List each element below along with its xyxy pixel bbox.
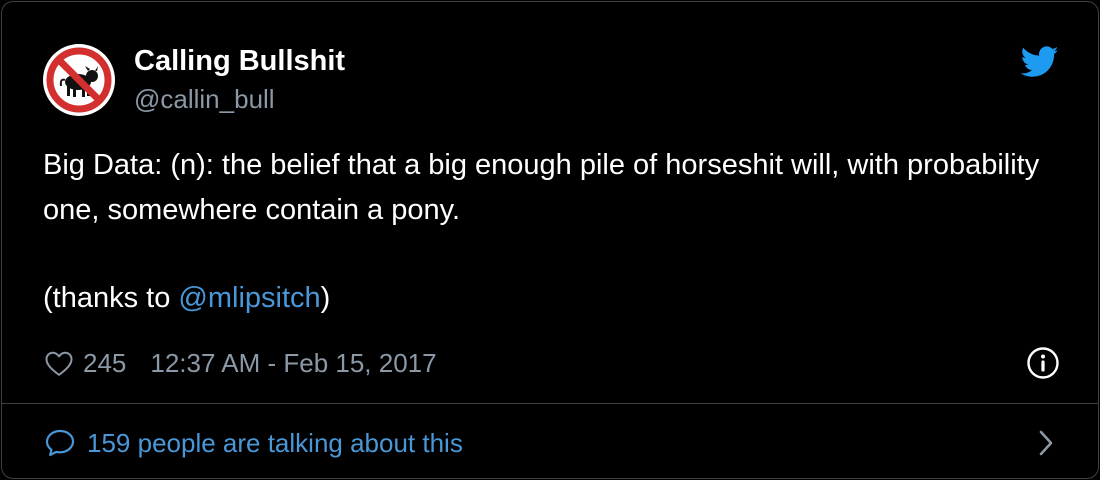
- tweet-body: Big Data: (n): the belief that a big eno…: [43, 149, 1040, 226]
- like-button[interactable]: 245: [44, 348, 126, 379]
- conversation-link[interactable]: 159 people are talking about this: [44, 425, 1056, 461]
- avatar[interactable]: [43, 44, 115, 116]
- display-name[interactable]: Calling Bullshit: [134, 45, 345, 78]
- like-count: 245: [83, 347, 127, 378]
- conversation-text: 159 people are talking about this: [87, 427, 463, 458]
- tweet-card: Calling Bullshit @callin_bull Big Data: …: [1, 1, 1099, 479]
- mention-link[interactable]: @mlipsitch: [178, 282, 320, 314]
- tweet-thanks: (thanks to @mlipsitch): [43, 276, 1043, 321]
- thanks-suffix: ): [320, 282, 331, 314]
- no-bull-icon: [46, 47, 112, 113]
- user-handle[interactable]: @callin_bull: [134, 84, 275, 115]
- info-icon[interactable]: [1026, 346, 1060, 387]
- timestamp-link[interactable]: 12:37 AM - Feb 15, 2017: [150, 348, 436, 379]
- tweet-text: Big Data: (n): the belief that a big eno…: [43, 143, 1043, 321]
- tweet-meta: 245 12:37 AM - Feb 15, 2017: [44, 345, 1064, 381]
- twitter-bird-icon[interactable]: [1020, 46, 1059, 78]
- heart-icon: [45, 351, 73, 376]
- thanks-prefix: (thanks to: [43, 282, 179, 314]
- divider: [2, 403, 1098, 404]
- speech-bubble-icon: [45, 429, 75, 457]
- chevron-right-icon: [1039, 430, 1053, 456]
